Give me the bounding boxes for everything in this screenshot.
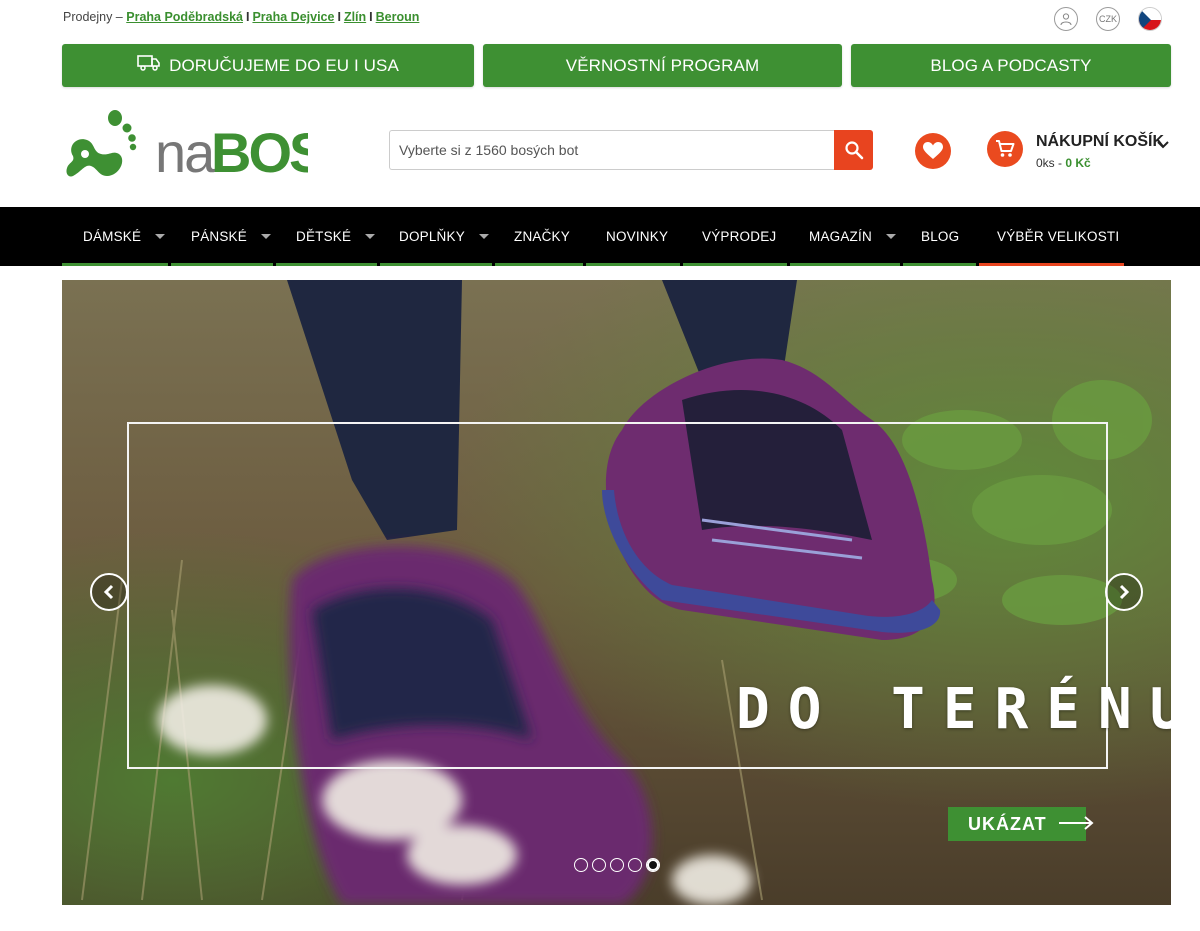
nav-underline xyxy=(171,263,273,266)
cart-summary: 0ks - 0 Kč xyxy=(1036,156,1091,170)
nav-item-vyber-velikosti[interactable]: VÝBĚR VELIKOSTI xyxy=(997,207,1119,266)
nav-item-znacky[interactable]: ZNAČKY xyxy=(514,207,570,266)
nav-item-label: ZNAČKY xyxy=(514,229,570,244)
loyalty-program-button[interactable]: VĚRNOSTNÍ PROGRAM xyxy=(483,44,842,87)
cart-title[interactable]: NÁKUPNÍ KOŠÍK xyxy=(1036,133,1164,151)
slider-dot[interactable] xyxy=(610,858,624,872)
truck-icon xyxy=(137,54,161,77)
nav-underline-active xyxy=(979,263,1124,266)
user-icon[interactable] xyxy=(1054,7,1078,31)
caret-down-icon xyxy=(478,234,489,239)
slider-dot[interactable] xyxy=(574,858,588,872)
main-navigation: DÁMSKÉ PÁNSKÉ DĚTSKÉ DOPLŇKY ZNAČKY NOVI… xyxy=(0,207,1200,266)
nav-item-panske[interactable]: PÁNSKÉ xyxy=(191,207,271,266)
nav-underline xyxy=(495,263,583,266)
stores-prefix: Prodejny – xyxy=(63,10,123,24)
nav-item-label: MAGAZÍN xyxy=(809,229,872,244)
caret-down-icon xyxy=(155,234,166,239)
nav-item-label: DOPLŇKY xyxy=(399,229,465,244)
slider-dots xyxy=(574,858,660,872)
nav-item-detske[interactable]: DĚTSKÉ xyxy=(296,207,376,266)
nav-underline xyxy=(586,263,680,266)
stores-bar: Prodejny – Praha Poděbradská I Praha Dejvi… xyxy=(63,10,419,24)
search-box xyxy=(389,130,873,170)
hero-slider[interactable]: DO TERÉNU UKÁZAT xyxy=(62,280,1171,905)
nav-item-vyprodej[interactable]: VÝPRODEJ xyxy=(702,207,776,266)
nav-item-label: VÝPRODEJ xyxy=(702,229,777,244)
footprint-logo-icon: na BOSO xyxy=(66,110,368,184)
heart-icon xyxy=(923,142,943,159)
nav-item-damske[interactable]: DÁMSKÉ xyxy=(83,207,166,266)
blog-podcasts-button[interactable]: BLOG A PODCASTY xyxy=(851,44,1171,87)
naboso-logo[interactable]: na BOSO xyxy=(63,106,368,184)
favorites-button[interactable] xyxy=(915,133,951,169)
blog-podcasts-label: BLOG A PODCASTY xyxy=(930,55,1092,75)
slider-dot[interactable] xyxy=(592,858,606,872)
slider-next-button[interactable] xyxy=(1105,573,1143,611)
nav-item-novinky[interactable]: NOVINKY xyxy=(606,207,668,266)
nav-item-label: BLOG xyxy=(921,229,960,244)
store-link-beroun[interactable]: Beroun xyxy=(376,10,420,24)
store-link-praha-dejvice[interactable]: Praha Dejvice xyxy=(252,10,334,24)
nav-underline xyxy=(62,263,168,266)
nav-item-blog[interactable]: BLOG xyxy=(921,207,959,266)
cart-dash: - xyxy=(1054,156,1066,170)
cart-icon xyxy=(996,140,1015,157)
chevron-right-icon xyxy=(1119,584,1130,600)
nav-item-label: DÁMSKÉ xyxy=(83,229,142,244)
cart-price: 0 Kč xyxy=(1065,156,1091,170)
slider-prev-button[interactable] xyxy=(90,573,128,611)
loyalty-program-label: VĚRNOSTNÍ PROGRAM xyxy=(565,55,760,75)
caret-down-icon xyxy=(260,234,271,239)
hero-cta-button[interactable]: UKÁZAT xyxy=(948,807,1094,841)
search-input[interactable] xyxy=(389,130,835,170)
slider-dot-active[interactable] xyxy=(646,858,660,872)
store-link-zlin[interactable]: Zlín xyxy=(344,10,366,24)
currency-switch[interactable]: CZK xyxy=(1096,7,1120,31)
logo-text-na: na xyxy=(155,121,216,184)
nav-item-magazin[interactable]: MAGAZÍN xyxy=(809,207,896,266)
store-link-praha-podebradska[interactable]: Praha Poděbradská xyxy=(126,10,243,24)
hero-title: DO TERÉNU xyxy=(736,677,1171,742)
store-separator: I xyxy=(369,10,373,24)
nav-underline xyxy=(683,263,787,266)
arrow-right-icon xyxy=(1058,814,1095,835)
store-separator: I xyxy=(337,10,341,24)
caret-down-icon xyxy=(885,234,896,239)
czech-flag-icon[interactable] xyxy=(1138,7,1162,31)
nav-item-label: VÝBĚR VELIKOSTI xyxy=(997,229,1120,244)
nav-item-doplnky[interactable]: DOPLŇKY xyxy=(399,207,489,266)
caret-down-icon xyxy=(365,234,376,239)
nav-underline xyxy=(380,263,492,266)
hero-cta-label: UKÁZAT xyxy=(968,813,1047,834)
logo-text-boso: BOSO xyxy=(211,121,308,184)
nav-underline xyxy=(276,263,377,266)
cart-button[interactable] xyxy=(987,131,1023,167)
nav-item-label: NOVINKY xyxy=(606,229,669,244)
nav-item-label: DĚTSKÉ xyxy=(296,229,352,244)
search-button[interactable] xyxy=(834,130,873,170)
cart-count: 0ks xyxy=(1036,156,1055,170)
chevron-left-icon xyxy=(103,584,114,600)
nav-underline xyxy=(790,263,900,266)
delivery-promo-button[interactable]: DORUČUJEME DO EU I USA xyxy=(62,44,474,87)
nav-item-label: PÁNSKÉ xyxy=(191,229,247,244)
delivery-promo-label: DORUČUJEME DO EU I USA xyxy=(169,55,399,75)
slider-dot[interactable] xyxy=(628,858,642,872)
nav-underline xyxy=(903,263,976,266)
search-icon xyxy=(844,141,863,160)
chevron-down-icon[interactable] xyxy=(1157,136,1169,154)
top-utility-icons: CZK xyxy=(1054,7,1162,31)
